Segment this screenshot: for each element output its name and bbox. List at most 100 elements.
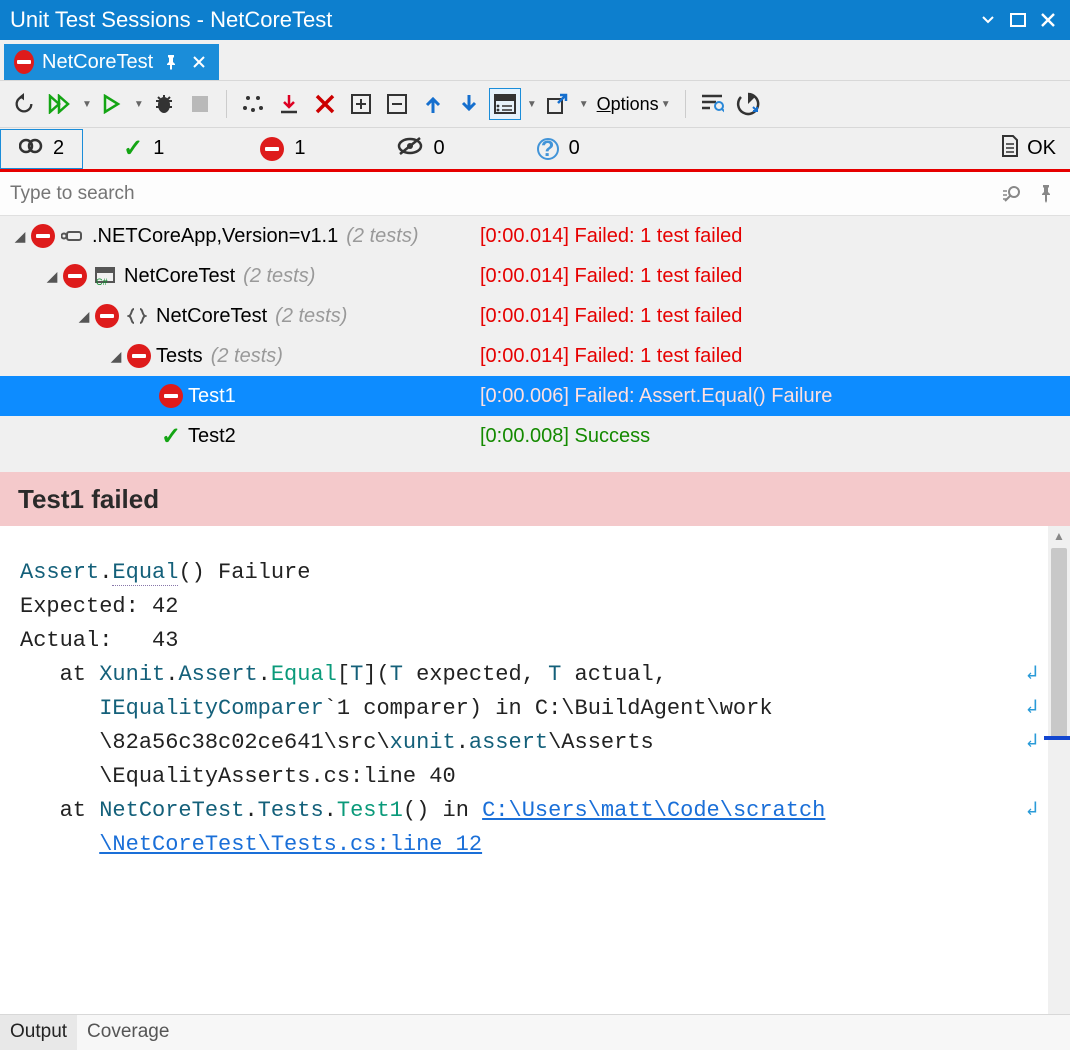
tests-icon bbox=[19, 135, 43, 163]
namespace-icon bbox=[124, 303, 150, 329]
tree-row[interactable]: ◢ .NETCoreApp,Version=v1.1 (2 tests) [0:00.… bbox=[0, 216, 1070, 256]
run-button[interactable] bbox=[96, 88, 128, 120]
filter-failed[interactable]: 1 bbox=[242, 129, 323, 169]
filter-icon[interactable] bbox=[696, 88, 728, 120]
fail-icon bbox=[94, 303, 120, 329]
document-icon bbox=[1001, 135, 1019, 163]
svg-text:C#: C# bbox=[96, 277, 108, 286]
stacktrace-link[interactable]: \NetCoreTest\Tests.cs:line 12 bbox=[99, 832, 482, 857]
tree-node-name: NetCoreTest bbox=[156, 305, 267, 328]
status-label: OK bbox=[1027, 137, 1056, 160]
window-title: Unit Test Sessions - NetCoreTest bbox=[10, 7, 332, 33]
filter-ignored[interactable]: ? 0 bbox=[519, 129, 598, 169]
tree-node-count: (2 tests) bbox=[275, 305, 347, 328]
skipped-icon bbox=[397, 136, 423, 162]
tree-row[interactable]: ✓Test2[0:00.008] Success bbox=[0, 416, 1070, 456]
wrap-icon: ↲ bbox=[1026, 692, 1038, 726]
tree-node-result: [0:00.014] Failed: 1 test failed bbox=[480, 225, 742, 248]
ignored-icon: ? bbox=[537, 138, 559, 160]
tree-row[interactable]: ◢ C# NetCoreTest (2 tests) [0:00.014] Failed… bbox=[0, 256, 1070, 296]
expand-arrow-icon[interactable]: ◢ bbox=[42, 268, 62, 285]
search-icon[interactable] bbox=[998, 180, 1026, 208]
tree-node-name: .NETCoreApp,Version=v1.1 bbox=[92, 225, 338, 248]
window-close-icon[interactable] bbox=[1036, 8, 1060, 32]
tree-node-count: (2 tests) bbox=[346, 225, 418, 248]
wrap-icon: ↲ bbox=[1026, 726, 1038, 760]
filter-passed[interactable]: ✓ 1 bbox=[105, 129, 182, 169]
pin-search-icon[interactable] bbox=[1032, 180, 1060, 208]
expand-arrow-icon[interactable]: ◢ bbox=[74, 308, 94, 325]
options-button[interactable]: Options ▼ bbox=[593, 94, 675, 115]
track-icon[interactable] bbox=[237, 88, 269, 120]
filter-skipped-count: 0 bbox=[433, 137, 444, 160]
output-panel: Assert.Equal() Failure Expected: 42 Actu… bbox=[0, 526, 1070, 1014]
test-tree[interactable]: ◢ .NETCoreApp,Version=v1.1 (2 tests) [0:00.… bbox=[0, 216, 1070, 456]
run-all-dropdown-icon[interactable]: ▼ bbox=[82, 99, 92, 110]
scrollbar-marker bbox=[1044, 736, 1070, 740]
tree-row[interactable]: ◢NetCoreTest(2 tests)[0:00.014] Failed: … bbox=[0, 296, 1070, 336]
scrollbar-thumb[interactable] bbox=[1051, 548, 1067, 740]
framework-icon bbox=[60, 223, 86, 249]
show-output-icon[interactable] bbox=[489, 88, 521, 120]
session-tab[interactable]: NetCoreTest bbox=[4, 44, 219, 80]
filter-total-count: 2 bbox=[53, 137, 64, 160]
search-input[interactable] bbox=[10, 183, 992, 205]
collapse-all-icon[interactable] bbox=[381, 88, 413, 120]
window-maximize-icon[interactable] bbox=[1006, 8, 1030, 32]
stop-button[interactable] bbox=[184, 88, 216, 120]
delete-icon[interactable] bbox=[309, 88, 341, 120]
fail-icon bbox=[14, 52, 34, 72]
export-icon[interactable] bbox=[273, 88, 305, 120]
window-titlebar: Unit Test Sessions - NetCoreTest bbox=[0, 0, 1070, 40]
prev-failed-icon[interactable] bbox=[417, 88, 449, 120]
repeat-run-icon[interactable] bbox=[8, 88, 40, 120]
fail-icon bbox=[126, 343, 152, 369]
tree-node-result: [0:00.006] Failed: Assert.Equal() Failur… bbox=[480, 385, 832, 408]
show-output-dropdown-icon[interactable]: ▼ bbox=[527, 99, 537, 110]
result-header-text: Test1 failed bbox=[18, 484, 159, 515]
open-external-dropdown-icon[interactable]: ▼ bbox=[579, 99, 589, 110]
tree-node-count: (2 tests) bbox=[243, 265, 315, 288]
tab-coverage[interactable]: Coverage bbox=[77, 1015, 179, 1050]
toolbar: ▼ ▼ ▼ ▼ Options ▼ bbox=[0, 80, 1070, 128]
separator bbox=[685, 90, 686, 118]
close-tab-icon[interactable] bbox=[189, 52, 209, 72]
window-dropdown-icon[interactable] bbox=[976, 8, 1000, 32]
wrap-icon: ↲ bbox=[1026, 658, 1038, 692]
filter-bar: 2 ✓ 1 1 0 ? 0 OK bbox=[0, 128, 1070, 172]
tree-row[interactable]: Test1[0:00.006] Failed: Assert.Equal() F… bbox=[0, 376, 1070, 416]
run-dropdown-icon[interactable]: ▼ bbox=[134, 99, 144, 110]
next-failed-icon[interactable] bbox=[453, 88, 485, 120]
scroll-up-icon[interactable]: ▲ bbox=[1048, 526, 1070, 546]
expand-all-icon[interactable] bbox=[345, 88, 377, 120]
wrap-icon: ↲ bbox=[1026, 794, 1038, 828]
tree-node-name: Test2 bbox=[188, 425, 236, 448]
fail-icon bbox=[30, 223, 56, 249]
tab-output[interactable]: Output bbox=[0, 1015, 77, 1050]
vertical-scrollbar[interactable]: ▲ bbox=[1048, 526, 1070, 1014]
separator bbox=[226, 90, 227, 118]
tree-node-result: [0:00.014] Failed: 1 test failed bbox=[480, 265, 742, 288]
debug-button[interactable] bbox=[148, 88, 180, 120]
expand-arrow-icon[interactable]: ◢ bbox=[106, 348, 126, 365]
project-icon: C# bbox=[92, 263, 118, 289]
stacktrace-link[interactable]: C:\Users\matt\Code\scratch bbox=[482, 798, 825, 823]
fail-icon bbox=[62, 263, 88, 289]
tree-node-name: NetCoreTest bbox=[124, 265, 235, 288]
tree-node-result: [0:00.014] Failed: 1 test failed bbox=[480, 345, 742, 368]
pass-icon: ✓ bbox=[123, 134, 143, 163]
tree-node-result: [0:00.008] Success bbox=[480, 425, 650, 448]
tree-row[interactable]: ◢Tests(2 tests)[0:00.014] Failed: 1 test… bbox=[0, 336, 1070, 376]
filter-skipped[interactable]: 0 bbox=[379, 129, 462, 169]
run-all-button[interactable] bbox=[44, 88, 76, 120]
tree-node-count: (2 tests) bbox=[211, 345, 283, 368]
coverage-run-icon[interactable] bbox=[732, 88, 764, 120]
filter-ignored-count: 0 bbox=[569, 137, 580, 160]
expand-arrow-icon[interactable]: ◢ bbox=[10, 228, 30, 245]
bottom-tabstrip: Output Coverage bbox=[0, 1014, 1070, 1050]
pin-icon[interactable] bbox=[161, 52, 181, 72]
fail-icon bbox=[158, 383, 184, 409]
open-external-icon[interactable] bbox=[541, 88, 573, 120]
output-text[interactable]: Assert.Equal() Failure Expected: 42 Actu… bbox=[0, 526, 1048, 1014]
filter-total[interactable]: 2 bbox=[0, 129, 83, 169]
